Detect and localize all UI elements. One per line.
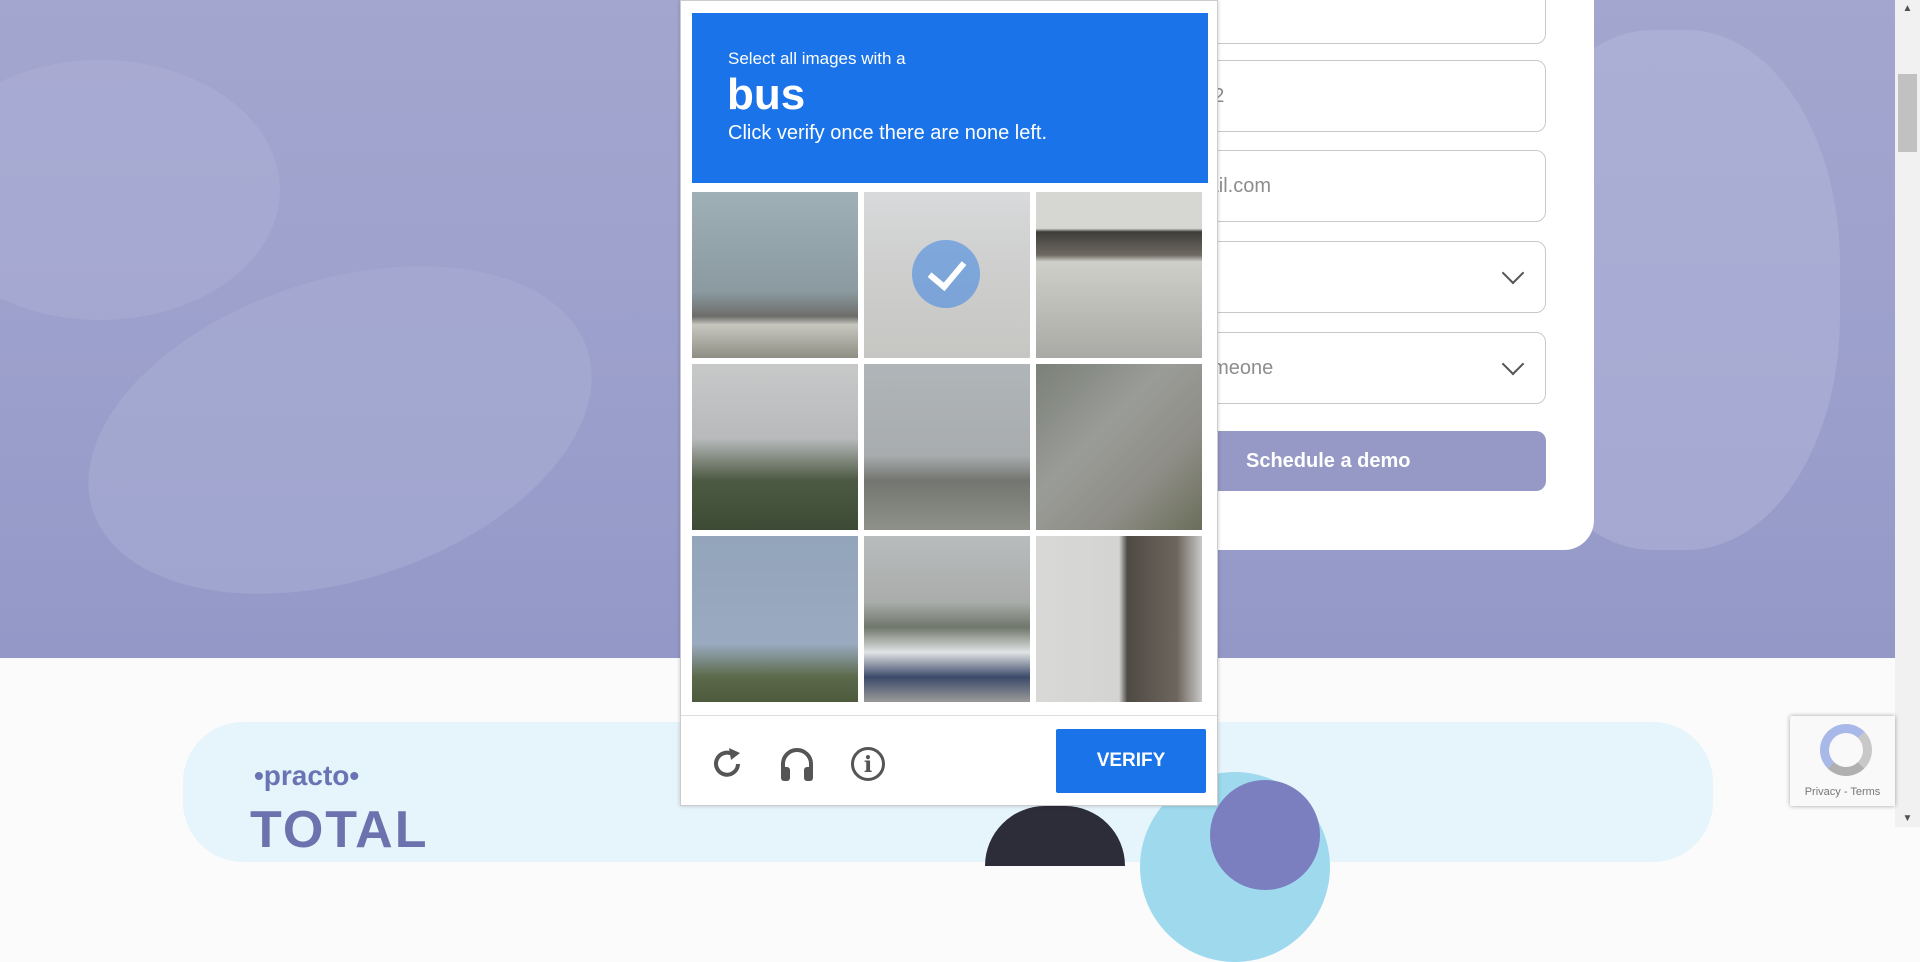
links-separator: - [1840,786,1851,798]
scroll-down-arrow-icon[interactable]: ▼ [1895,810,1920,827]
promo-rocket-icon [1210,780,1320,890]
privacy-link[interactable]: Privacy [1805,786,1841,798]
target-word: bus [727,70,806,119]
captcha-tile[interactable] [864,536,1030,702]
recaptcha-badge[interactable]: Privacy - Terms [1790,716,1895,806]
captcha-tile[interactable] [864,364,1030,530]
verify-button[interactable]: VERIFY [1056,729,1206,793]
captcha-instructions: Select all images with a bus Click verif… [692,13,1208,183]
recaptcha-links: Privacy - Terms [1790,786,1895,798]
captcha-challenge: Select all images with a bus Click verif… [680,0,1218,806]
captcha-tile[interactable] [1036,192,1202,358]
recaptcha-logo-icon [1820,724,1872,776]
captcha-tile[interactable] [692,536,858,702]
instruction-pre: Select all images with a [728,49,906,68]
checkmark-icon [912,240,980,308]
terms-link[interactable]: Terms [1850,786,1880,798]
captcha-tile[interactable] [1036,364,1202,530]
scroll-thumb[interactable] [1898,74,1917,152]
captcha-image-grid [692,192,1208,704]
instruction-post: Click verify once there are none left. [728,122,1048,144]
headphones-icon[interactable] [777,744,817,784]
page-scrollbar[interactable]: ▲ ▼ [1895,0,1920,827]
promo-headline: TOTAL [250,801,429,859]
info-icon[interactable]: i [848,744,888,784]
captcha-tile[interactable] [1036,536,1202,702]
captcha-tile[interactable] [692,192,858,358]
captcha-tile[interactable] [692,364,858,530]
scroll-up-arrow-icon[interactable]: ▲ [1895,0,1920,17]
chevron-down-icon [1501,352,1525,376]
hero-pillow-shape [0,60,280,320]
captcha-tile-selected[interactable] [864,192,1030,358]
reload-icon[interactable] [707,744,747,784]
chevron-down-icon [1501,261,1525,285]
captcha-footer: i VERIFY [681,715,1217,808]
practo-logo: •practo• [254,760,360,791]
